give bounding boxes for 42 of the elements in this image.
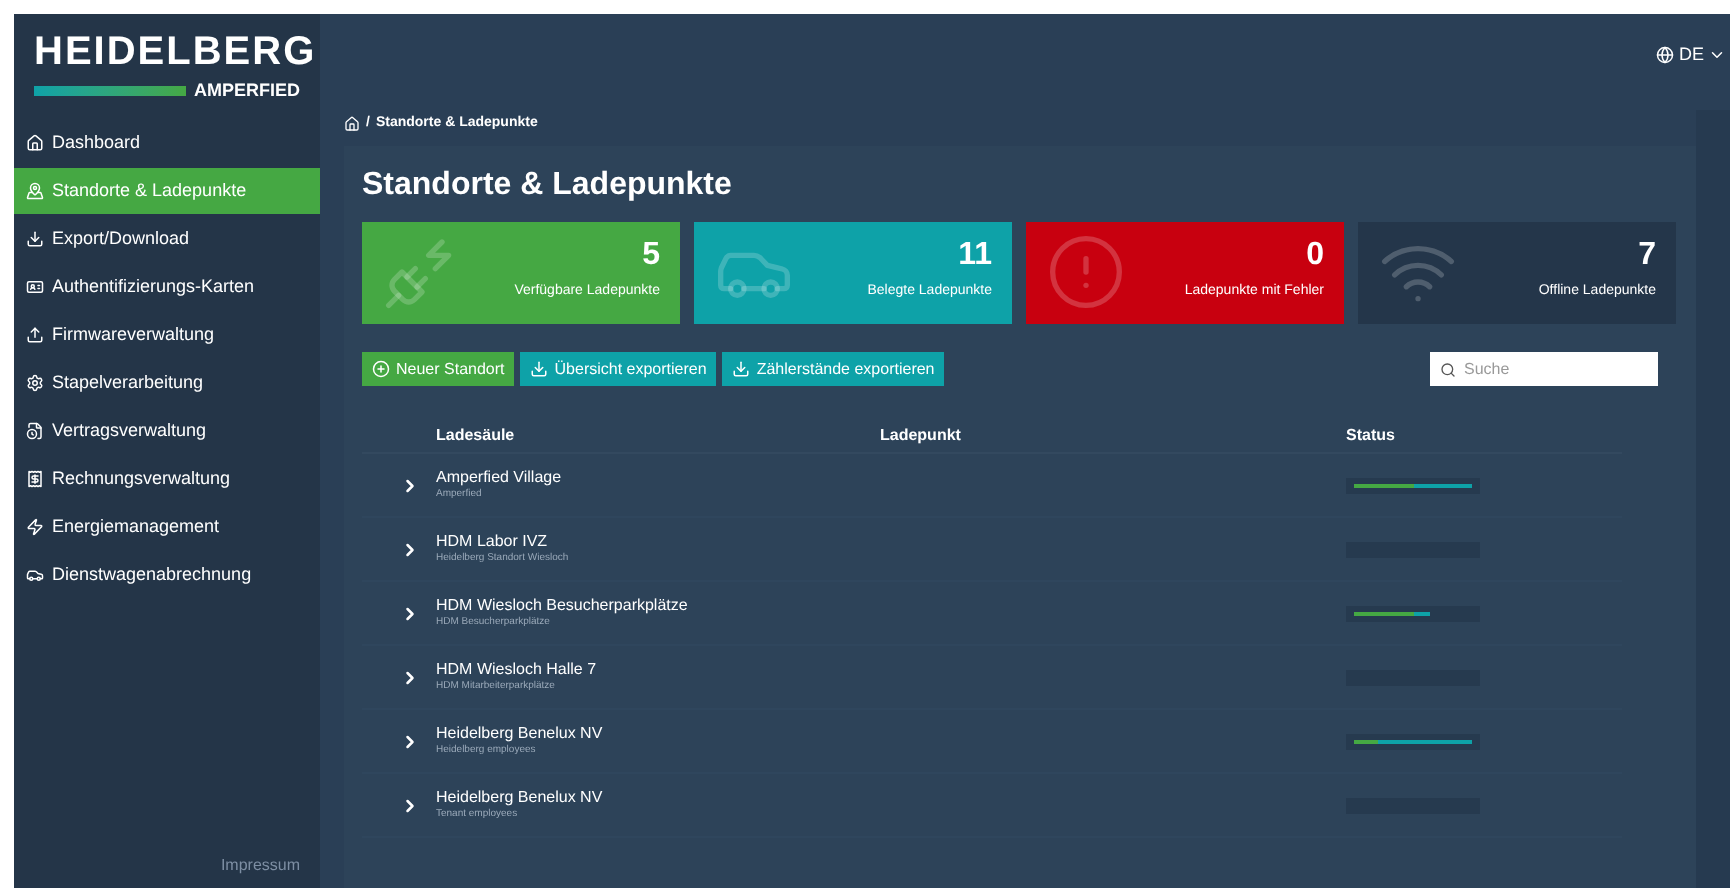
page-title: Standorte & Ladepunkte: [362, 166, 734, 206]
station-name: HDM Wiesloch Besucherparkplätze: [436, 596, 690, 616]
column-header: Ladepunkt: [880, 424, 963, 448]
download-icon: [530, 360, 549, 378]
home-icon[interactable]: [344, 116, 360, 132]
impressum-link[interactable]: Impressum: [220, 854, 300, 878]
sidebar-item[interactable]: Rechnungsverwaltung: [14, 456, 320, 502]
sidebar-item[interactable]: Energiemanagement: [14, 504, 320, 550]
search-input[interactable]: Suche: [1464, 357, 1644, 381]
alert-icon: [1046, 232, 1126, 312]
sidebar-item[interactable]: Authentifizierungs-Karten: [14, 264, 320, 310]
sidebar-item[interactable]: Dienstwagenabrechnung: [14, 552, 320, 598]
stat-value: 0: [1306, 238, 1324, 274]
language-selector[interactable]: DE: [1656, 42, 1726, 69]
expand-icon[interactable]: [400, 667, 420, 687]
sidebar-item[interactable]: Dashboard: [14, 120, 320, 166]
station-name: HDM Labor IVZ: [436, 532, 550, 552]
station-name: Heidelberg Benelux NV: [436, 788, 605, 808]
download-icon: [732, 360, 751, 378]
plus-icon: [372, 360, 390, 378]
sidebar-item[interactable]: Stapelverarbeitung: [14, 360, 320, 406]
column-header: Ladesäule: [436, 424, 517, 448]
sidebar-item[interactable]: Firmwareverwaltung: [14, 312, 320, 358]
search-field[interactable]: Suche: [1430, 352, 1658, 386]
expand-icon[interactable]: [400, 539, 420, 559]
stat-value: 5: [642, 238, 660, 274]
expand-icon[interactable]: [400, 731, 420, 751]
globe-icon: [1656, 46, 1675, 65]
expand-icon[interactable]: [400, 475, 420, 495]
station-name: HDM Wiesloch Halle 7: [436, 660, 599, 680]
column-header: Status: [1346, 424, 1395, 448]
station-name: Heidelberg Benelux NV: [436, 724, 605, 744]
expand-icon[interactable]: [400, 603, 420, 623]
stat-value: 7: [1638, 238, 1656, 274]
search-icon: [1440, 361, 1456, 377]
logo-subtitle: AMPERFIED: [193, 78, 300, 104]
logo-title: HEIDELBERG: [34, 28, 317, 78]
stat-value: 11: [958, 238, 992, 274]
expand-icon[interactable]: [400, 795, 420, 815]
sidebar-item[interactable]: Vertragsverwaltung: [14, 408, 320, 454]
sidebar-item[interactable]: Export/Download: [14, 216, 320, 262]
station-name: Amperfied Village: [436, 468, 564, 488]
